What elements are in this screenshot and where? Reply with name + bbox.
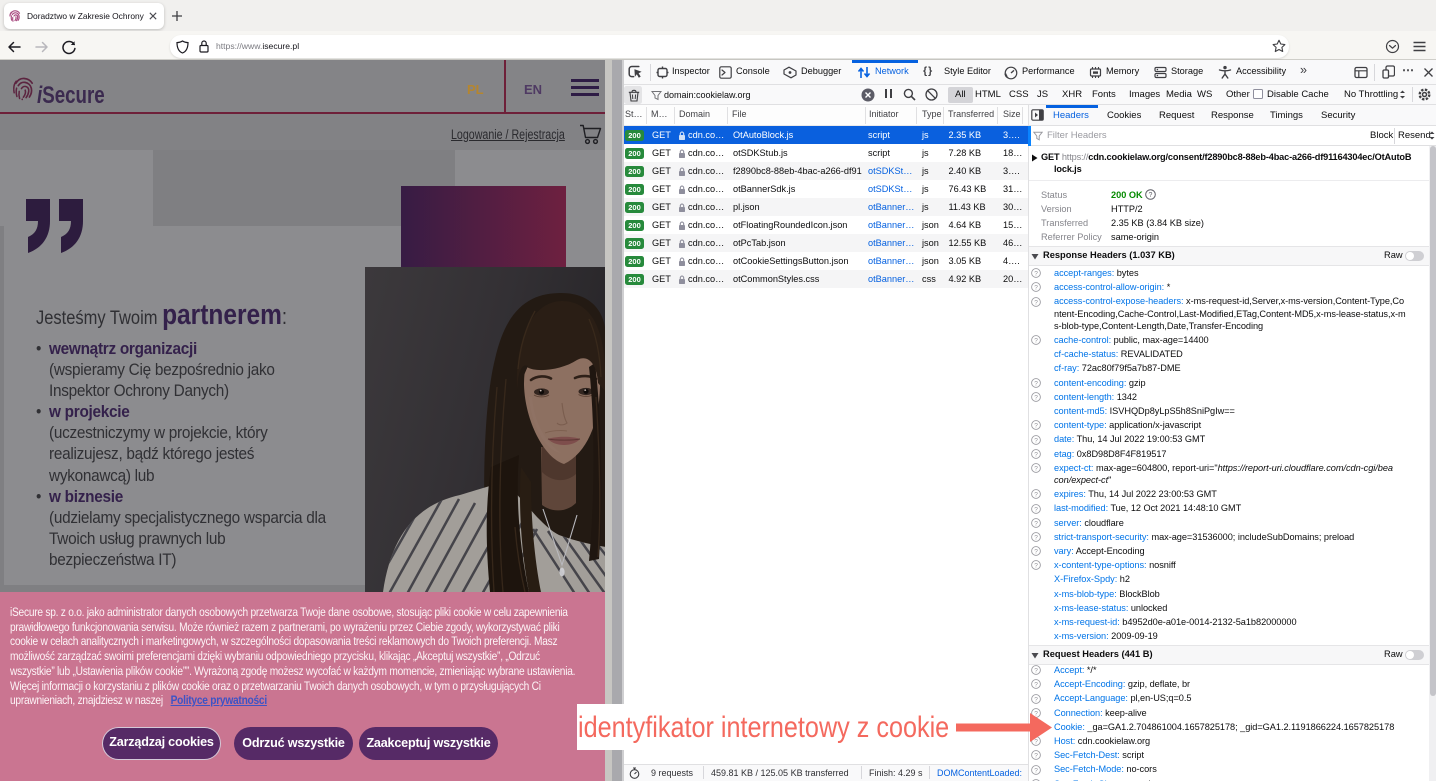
- svg-text:?: ?: [1034, 337, 1038, 344]
- svg-text:?: ?: [1034, 767, 1038, 774]
- svg-text:?: ?: [1034, 437, 1038, 444]
- svg-text:?: ?: [1034, 753, 1038, 760]
- svg-text:?: ?: [1034, 451, 1038, 458]
- svg-text:?: ?: [1034, 380, 1038, 387]
- svg-text:?: ?: [1034, 423, 1038, 430]
- svg-text:?: ?: [1034, 563, 1038, 570]
- svg-text:?: ?: [1034, 682, 1038, 689]
- svg-text:?: ?: [1034, 696, 1038, 703]
- svg-text:?: ?: [1034, 520, 1038, 527]
- svg-text:?: ?: [1034, 270, 1038, 277]
- svg-text:?: ?: [1034, 285, 1038, 292]
- svg-text:?: ?: [1034, 299, 1038, 306]
- svg-text:?: ?: [1034, 534, 1038, 541]
- svg-text:?: ?: [1034, 667, 1038, 674]
- svg-text:?: ?: [1034, 394, 1038, 401]
- svg-text:?: ?: [1034, 492, 1038, 499]
- svg-text:?: ?: [1034, 506, 1038, 513]
- svg-text:?: ?: [1034, 548, 1038, 555]
- svg-text:?: ?: [1034, 465, 1038, 472]
- svg-text:?: ?: [1149, 192, 1153, 199]
